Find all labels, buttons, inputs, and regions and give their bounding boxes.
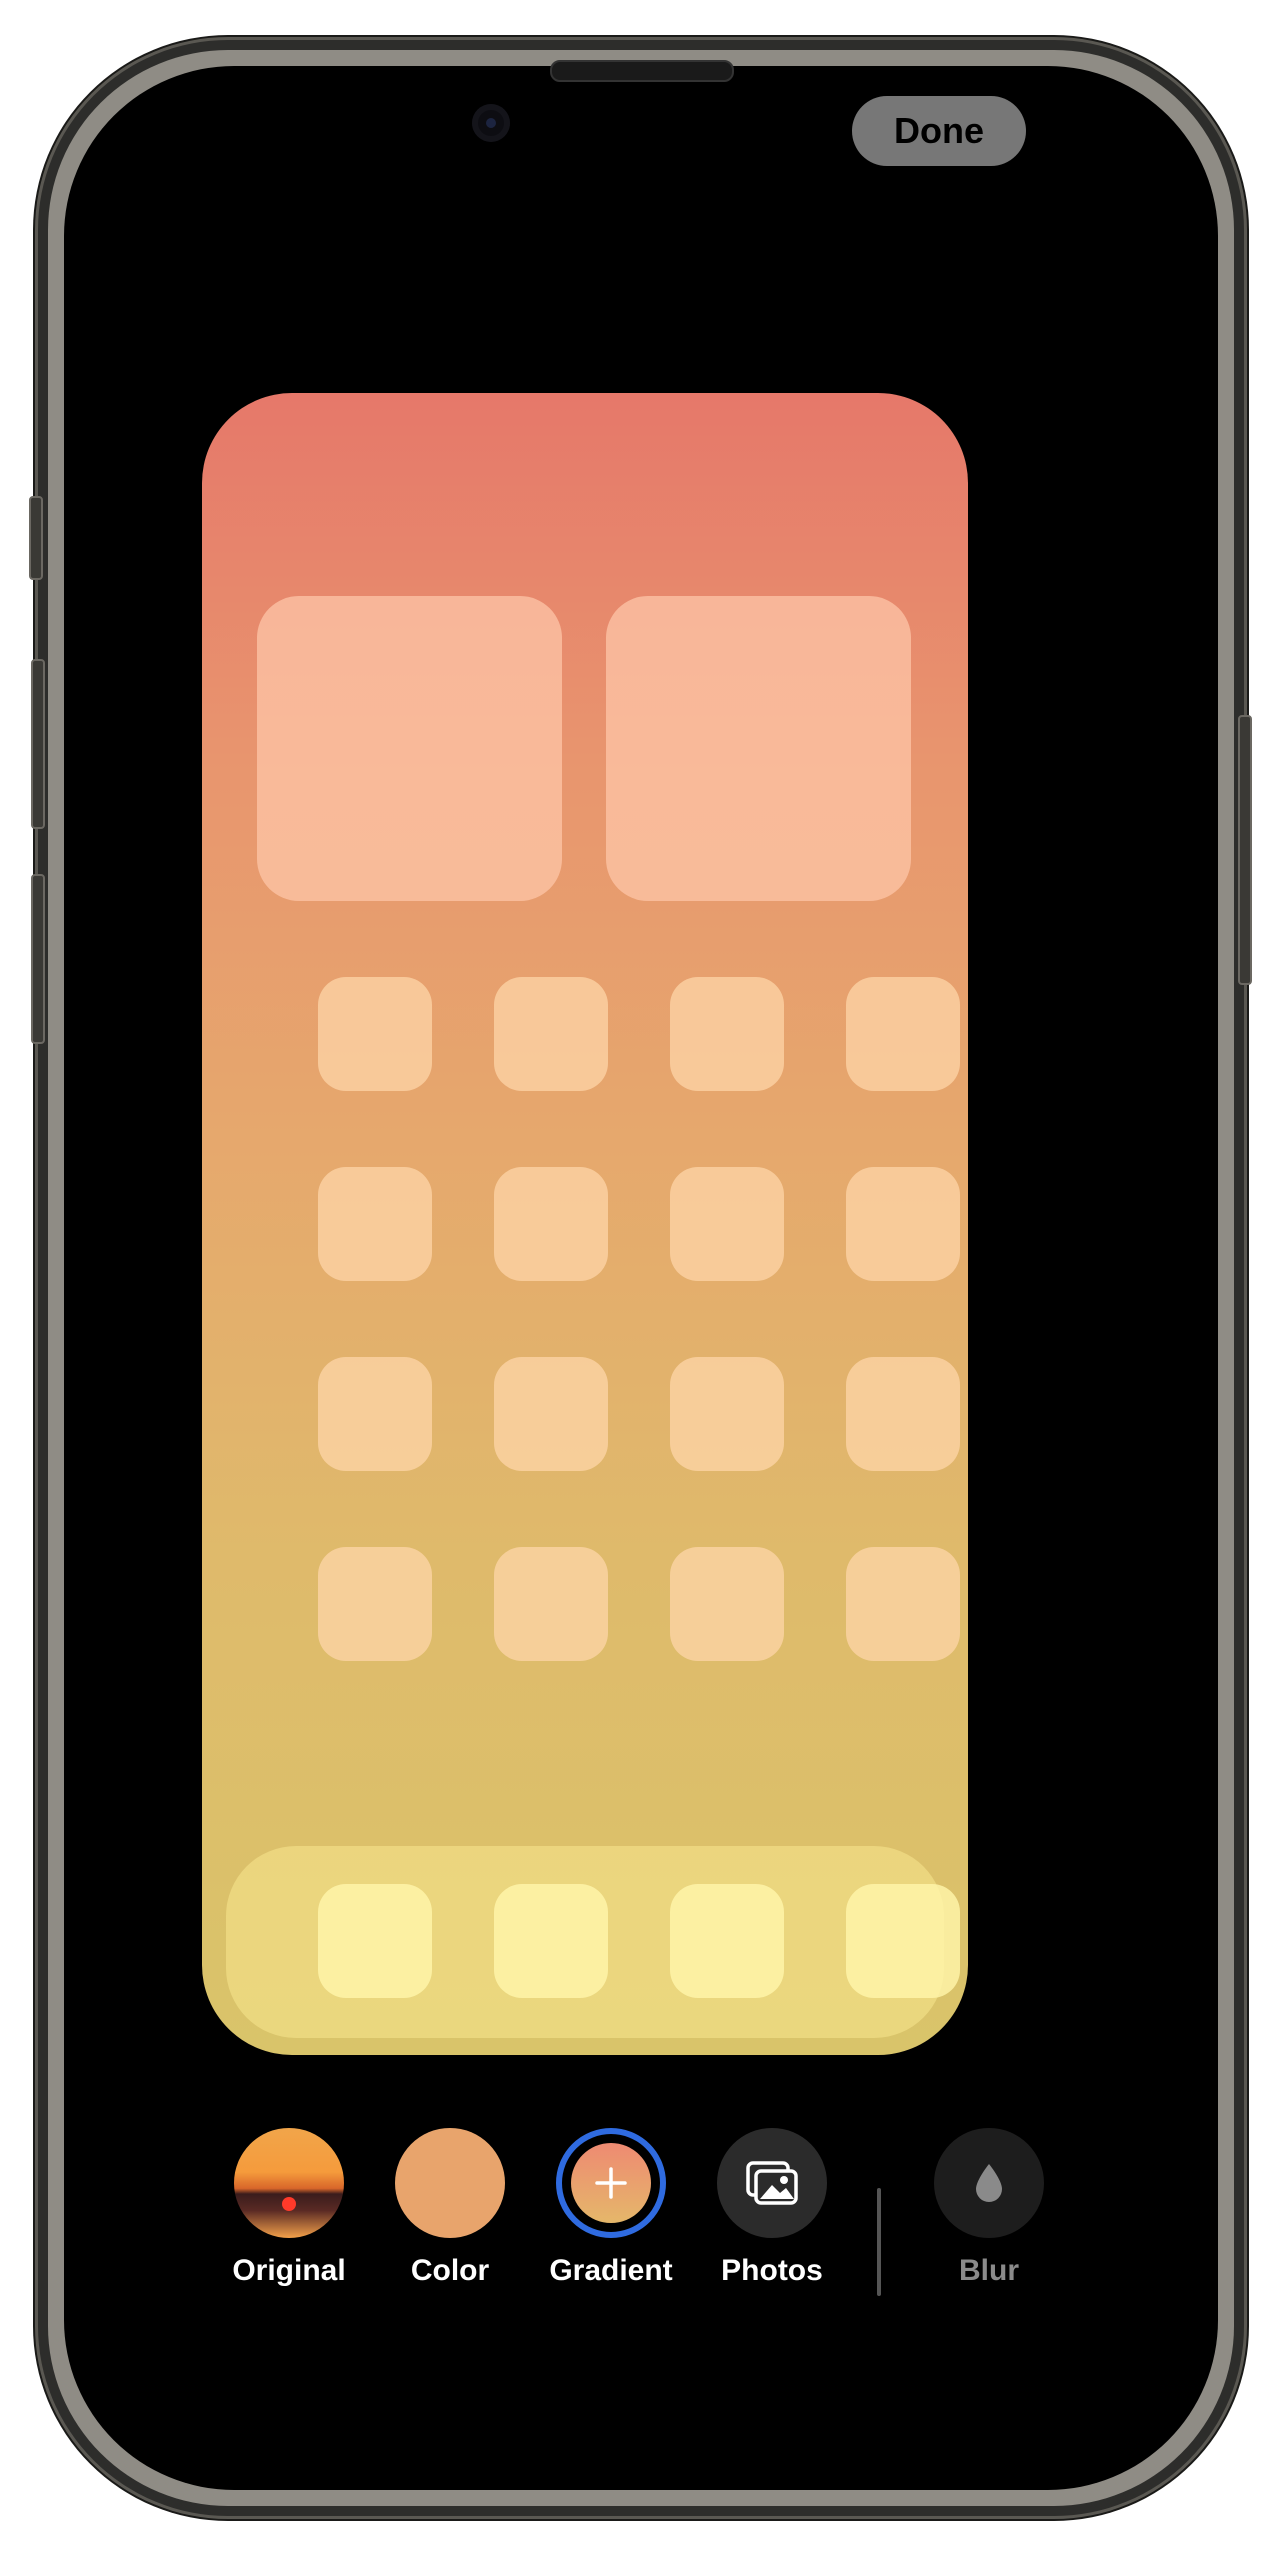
- blur-button[interactable]: [934, 2128, 1044, 2238]
- silent-switch: [29, 496, 43, 580]
- dock-icon-placeholder: [670, 1884, 784, 1998]
- options-divider: [877, 2188, 881, 2296]
- app-icon-placeholder: [846, 1167, 960, 1281]
- app-icon-placeholder: [670, 977, 784, 1091]
- app-icon-placeholder: [846, 1357, 960, 1471]
- option-photos[interactable]: Photos: [692, 2128, 852, 2288]
- plus-icon: [595, 2167, 627, 2199]
- option-blur-label: Blur: [959, 2254, 1019, 2287]
- dock-icon-placeholder: [494, 1884, 608, 1998]
- option-original-label: Original: [232, 2254, 346, 2287]
- wallpaper-options: Original Color Gradient Photos Blur: [0, 2128, 1280, 2328]
- app-icon-placeholder: [494, 1547, 608, 1661]
- option-gradient-label: Gradient: [549, 2254, 673, 2287]
- app-icon-placeholder: [494, 1167, 608, 1281]
- photos-button[interactable]: [717, 2128, 827, 2238]
- gradient-swatch: [571, 2143, 651, 2223]
- app-icon-placeholder: [846, 977, 960, 1091]
- app-icon-placeholder: [494, 1357, 608, 1471]
- app-icon-placeholder: [318, 1547, 432, 1661]
- done-button[interactable]: Done: [852, 96, 1026, 166]
- app-icon-placeholder: [318, 1167, 432, 1281]
- app-icon-placeholder: [318, 1357, 432, 1471]
- option-color[interactable]: Color: [370, 2128, 530, 2288]
- widget-placeholder: [606, 596, 911, 901]
- option-color-label: Color: [410, 2254, 490, 2287]
- app-icon-placeholder: [846, 1547, 960, 1661]
- volume-up-button: [31, 659, 45, 829]
- earpiece-speaker: [550, 60, 734, 82]
- gradient-selected-ring[interactable]: [556, 2128, 666, 2238]
- droplet-icon: [976, 2164, 1002, 2202]
- front-camera: [472, 104, 510, 142]
- app-icon-placeholder: [494, 977, 608, 1091]
- dock: [226, 1846, 960, 2038]
- option-blur[interactable]: Blur: [909, 2128, 1069, 2288]
- app-icon-placeholder: [318, 977, 432, 1091]
- power-button: [1238, 715, 1252, 985]
- app-icon-placeholder: [670, 1357, 784, 1471]
- widget-placeholder: [257, 596, 562, 901]
- dock-icon-placeholder: [318, 1884, 432, 1998]
- app-icon-placeholder: [670, 1547, 784, 1661]
- color-swatch[interactable]: [395, 2128, 505, 2238]
- app-icon-placeholder: [670, 1167, 784, 1281]
- home-screen-preview: [202, 393, 968, 2055]
- option-photos-label: Photos: [721, 2254, 823, 2287]
- option-original[interactable]: Original: [209, 2128, 369, 2288]
- sun-graphic: [282, 2197, 296, 2211]
- volume-down-button: [31, 874, 45, 1044]
- option-gradient[interactable]: Gradient: [531, 2128, 691, 2288]
- dock-icon-placeholder: [846, 1884, 960, 1998]
- original-photo-thumbnail[interactable]: [234, 2128, 344, 2238]
- photo-stack-icon: [746, 2161, 798, 2205]
